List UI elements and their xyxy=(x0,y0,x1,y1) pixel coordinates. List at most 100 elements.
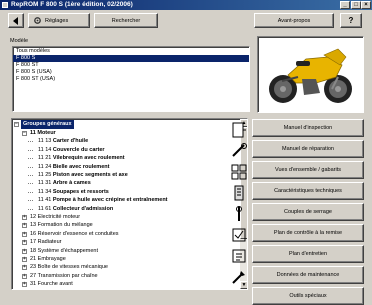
action-button[interactable]: Outils spéciaux xyxy=(252,287,364,305)
tree-row-number: 18 xyxy=(30,247,37,254)
action-button[interactable]: Manuel de réparation xyxy=(252,140,364,158)
tree-row-number: 11 13 xyxy=(38,138,52,145)
tree-row-number: 11 21 xyxy=(38,155,52,162)
tree-row-label: Embrayage xyxy=(37,256,66,262)
tree-row-label: Soupapes et ressorts xyxy=(52,188,109,195)
expand-icon[interactable]: + xyxy=(22,282,27,288)
close-button[interactable]: × xyxy=(361,1,371,9)
expand-icon[interactable]: + xyxy=(22,231,27,237)
tree-root-label: Groupes généraux xyxy=(21,120,74,129)
tree-row-number: 11 25 xyxy=(38,172,52,178)
tree-connector xyxy=(28,183,33,185)
expand-icon[interactable]: + xyxy=(22,257,27,262)
tree-connector xyxy=(28,141,33,143)
tree-row-number: 21 xyxy=(30,256,37,262)
tree-row-label: Boîte de vitesses mécanique xyxy=(37,264,108,271)
tree-row-number: 27 xyxy=(30,272,37,279)
tree-row-number: 31 xyxy=(30,281,37,288)
tree-row-number: 11 31 xyxy=(38,180,52,187)
tree-row-label: Transmission par chaîne xyxy=(37,272,98,279)
title-bar: RepROM F 800 S (1ère édition, 02/2006) _… xyxy=(0,0,372,10)
overview-icon xyxy=(231,164,247,180)
tree-connector xyxy=(28,208,33,210)
settings-label: Réglages xyxy=(45,17,69,24)
expand-icon[interactable]: + xyxy=(22,240,27,246)
tree-row-label: Piston avec segments et axe xyxy=(52,172,128,178)
tree-row-number: 11 14 xyxy=(38,146,52,153)
back-button[interactable] xyxy=(8,13,24,28)
tree-row-number: 11 34 xyxy=(38,188,52,195)
tree-row-label: Collecteur d'admission xyxy=(52,205,114,212)
tree-row-label: Electricité moteur xyxy=(37,214,81,220)
tree-row-number: 17 xyxy=(30,239,37,246)
tree-row-label: Radiateur xyxy=(37,239,62,246)
search-button[interactable]: Rechercher xyxy=(94,13,158,28)
maximize-button[interactable]: □ xyxy=(351,1,361,9)
tree-row-label: Réservoir d'essence et conduites xyxy=(37,230,119,237)
gear-icon xyxy=(34,17,41,24)
help-label: ? xyxy=(348,16,354,25)
tree-row-label: Couvercle du carter xyxy=(52,146,105,153)
minimize-button[interactable]: _ xyxy=(340,1,350,9)
collapse-icon[interactable]: − xyxy=(14,122,19,127)
arrow-left-icon xyxy=(13,16,18,25)
tree-row-number: 11 xyxy=(30,130,36,136)
tree-row-number: 12 xyxy=(30,214,37,220)
tree-row-number: 11 61 xyxy=(38,205,52,212)
action-button[interactable]: Caractéristiques techniques xyxy=(252,182,364,200)
tree-row-label: Carter d'huile xyxy=(52,138,89,145)
maintenance-plan-icon xyxy=(232,249,246,263)
technical-data-icon xyxy=(234,185,244,201)
window-title: RepROM F 800 S (1ère édition, 02/2006) xyxy=(11,1,133,8)
expand-icon[interactable]: + xyxy=(22,248,27,254)
tree-connector xyxy=(28,175,33,176)
expand-icon[interactable]: + xyxy=(22,223,27,229)
special-tools-icon xyxy=(232,271,245,284)
tree-row-number: 13 xyxy=(30,222,37,229)
inspection-icon xyxy=(232,122,246,138)
help-button[interactable]: ? xyxy=(340,13,362,28)
expand-icon[interactable]: + xyxy=(22,265,27,271)
tree-row[interactable]: +31 Fourche avant xyxy=(12,280,240,289)
tree-connector xyxy=(28,158,33,160)
action-button[interactable]: Couples de serrage xyxy=(252,203,364,221)
model-list-item[interactable]: F 800 S xyxy=(13,55,249,62)
search-label: Rechercher xyxy=(111,17,141,24)
collapse-icon[interactable]: − xyxy=(22,131,27,136)
tree-row-number: 23 xyxy=(30,264,37,271)
model-list-item[interactable]: F 800 ST xyxy=(13,62,249,69)
model-list-item[interactable]: F 800 S (USA) xyxy=(13,69,249,76)
model-list-item[interactable]: F 800 ST (USA) xyxy=(13,76,249,83)
tree-connector xyxy=(28,166,33,168)
repair-manual-icon xyxy=(232,143,247,157)
expand-icon[interactable]: + xyxy=(22,273,27,279)
tree-row-label: Pompe à huile avec crépine et entraîneme… xyxy=(52,197,168,204)
about-label: Avant-propos xyxy=(277,17,311,24)
app-icon xyxy=(2,2,8,8)
tree-row-label: Bielle avec roulement xyxy=(52,163,110,170)
action-button[interactable]: Manuel d'inspection xyxy=(252,119,364,137)
tree-row-number: 11 24 xyxy=(38,163,52,170)
tree-row-label: Vilebrequin avec roulement xyxy=(52,155,125,162)
tree-row-label: Formation du mélange xyxy=(37,222,93,229)
groups-tree[interactable]: − Groupes généraux −11 Moteur 11 13 Carter … xyxy=(11,118,248,290)
tree-connector xyxy=(28,149,33,151)
tree-row-label: Système d'échappement xyxy=(37,247,99,254)
action-button[interactable]: Plan d'entretien xyxy=(252,245,364,263)
tree-row-number: 16 xyxy=(30,230,37,237)
about-button[interactable]: Avant-propos xyxy=(254,13,334,28)
settings-button[interactable]: Réglages xyxy=(28,13,90,28)
tree-row-number: 11 41 xyxy=(38,197,52,204)
torque-icon xyxy=(236,206,242,221)
tree-connector xyxy=(28,191,33,193)
tree-row-label: Fourche avant xyxy=(37,281,73,288)
model-listbox[interactable]: Tous modèles F 800 SF 800 ST F 800 S (USA)… xyxy=(12,46,250,112)
tree-row-label: Moteur xyxy=(37,130,56,136)
tree-row-label: Arbre à cames xyxy=(52,180,91,187)
expand-icon[interactable]: + xyxy=(22,215,27,220)
action-button[interactable]: Données de maintenance xyxy=(252,266,364,284)
handover-icon xyxy=(232,228,246,242)
action-button[interactable]: Plan de contrôle à la remise xyxy=(252,224,364,242)
model-list-item[interactable]: Tous modèles xyxy=(13,48,249,55)
action-button[interactable]: Vues d'ensemble / gabarits xyxy=(252,161,364,179)
